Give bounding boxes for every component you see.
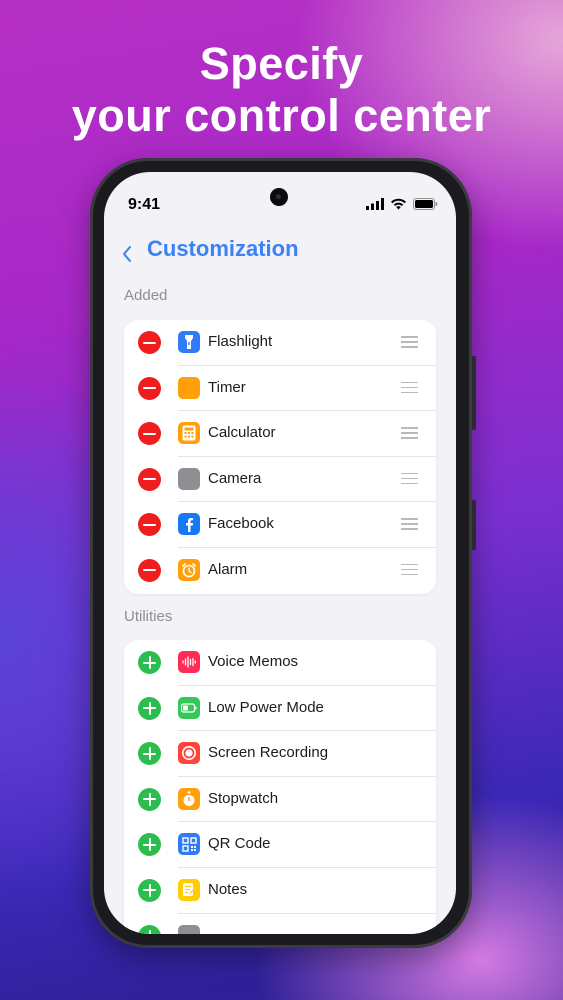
battery-status-icon	[413, 198, 438, 210]
status-bar: 9:41	[104, 172, 456, 220]
drag-handle[interactable]	[401, 336, 418, 351]
item-label: Flashlight	[208, 333, 273, 350]
remove-button[interactable]	[138, 513, 161, 537]
navigation-bar: Customization	[104, 232, 456, 272]
voice-memos-icon	[178, 651, 200, 673]
phone-frame: 9:41 Customization Added Flashlight Time…	[90, 158, 476, 948]
drag-handle[interactable]	[401, 381, 418, 397]
list-item: Alarm	[124, 548, 436, 594]
item-label: Calculator	[208, 424, 276, 442]
utilities-list: Voice Memos Low Power Mode Screen Record…	[124, 640, 436, 934]
list-item: Voice Memos	[124, 640, 436, 686]
timer-icon	[178, 376, 200, 399]
drag-handle[interactable]	[401, 427, 418, 442]
notes-icon	[178, 878, 200, 901]
list-item: Timer	[124, 366, 436, 412]
added-list: Flashlight Timer Calculator Camera Faceb…	[124, 320, 436, 594]
list-item: Screen Recording	[124, 731, 436, 777]
remove-button[interactable]	[138, 376, 161, 400]
power-button	[472, 500, 476, 550]
list-item: Stopwatch	[124, 777, 436, 823]
volume-button	[472, 356, 476, 430]
list-item: Flashlight	[124, 320, 436, 366]
chevron-left-icon	[123, 246, 131, 262]
item-label: Notes	[208, 880, 248, 898]
add-button[interactable]	[138, 651, 161, 674]
item-label: Screen Recording	[208, 744, 329, 762]
add-button[interactable]	[138, 787, 161, 811]
add-button[interactable]	[138, 742, 161, 766]
headline: Specify your control center	[0, 38, 563, 142]
item-label: Alarm	[208, 560, 248, 578]
item-label: Timer	[208, 378, 246, 396]
drag-handle[interactable]	[401, 518, 418, 533]
list-item	[124, 914, 436, 934]
front-camera	[270, 188, 288, 206]
phone-screen: 9:41 Customization Added Flashlight Time…	[104, 172, 456, 934]
app-icon	[178, 924, 200, 934]
drag-handle[interactable]	[401, 563, 418, 579]
add-button[interactable]	[138, 696, 161, 720]
item-label: Voice Memos	[208, 653, 299, 670]
remove-button[interactable]	[138, 467, 161, 491]
camera-icon	[178, 467, 200, 490]
item-label: Stopwatch	[208, 789, 279, 807]
item-label: QR Code	[208, 835, 271, 853]
back-button[interactable]	[122, 238, 132, 269]
alarm-icon	[178, 558, 200, 581]
headline-line-1: Specify	[199, 38, 364, 89]
qr-code-icon	[178, 833, 200, 856]
signal-icon	[366, 198, 384, 210]
screen-recording-icon	[178, 742, 200, 765]
remove-button[interactable]	[138, 331, 161, 354]
section-label-utilities: Utilities	[124, 608, 173, 625]
item-label: Facebook	[208, 515, 274, 533]
list-item: QR Code	[124, 822, 436, 868]
list-item: Facebook	[124, 502, 436, 548]
headline-line-2: your control center	[71, 90, 492, 141]
remove-button[interactable]	[138, 422, 161, 446]
facebook-icon	[178, 513, 200, 536]
wifi-icon	[391, 198, 406, 210]
add-button[interactable]	[138, 924, 161, 934]
calculator-icon	[178, 422, 200, 445]
battery-icon	[178, 696, 200, 719]
stopwatch-icon	[178, 787, 200, 810]
remove-button[interactable]	[138, 558, 161, 582]
item-label: Low Power Mode	[208, 698, 324, 716]
list-item: Low Power Mode	[124, 686, 436, 732]
page-title: Customization	[147, 236, 299, 261]
section-label-added: Added	[124, 287, 168, 304]
list-item: Camera	[124, 457, 436, 503]
status-time: 9:41	[128, 196, 161, 213]
drag-handle[interactable]	[401, 472, 418, 488]
flashlight-icon	[178, 331, 200, 353]
list-item: Notes	[124, 868, 436, 914]
add-button[interactable]	[138, 833, 161, 857]
item-label: Camera	[208, 469, 262, 487]
list-item: Calculator	[124, 411, 436, 457]
status-icons	[366, 198, 438, 210]
add-button[interactable]	[138, 878, 161, 902]
